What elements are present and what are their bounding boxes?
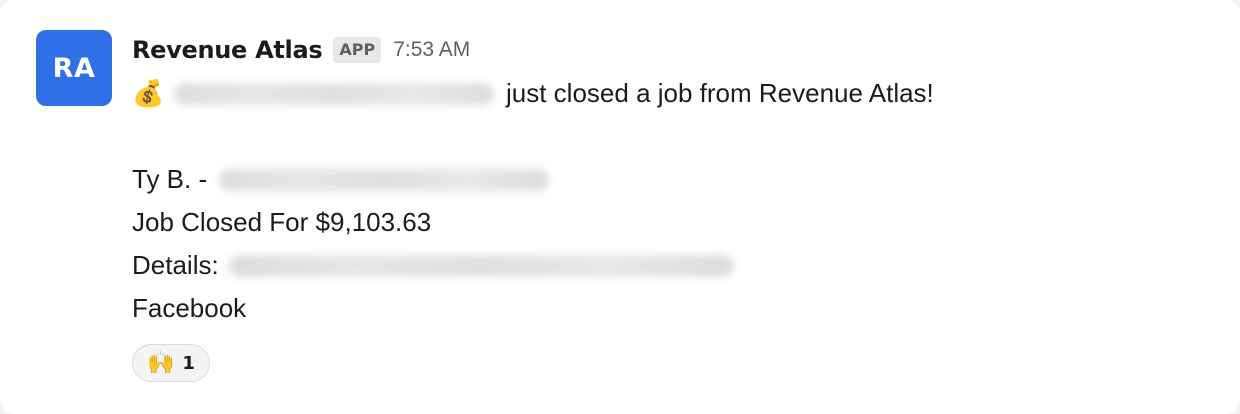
amount-text: Job Closed For $9,103.63	[132, 207, 432, 237]
redacted-details	[228, 254, 734, 277]
money-bag-icon: 💰	[132, 78, 165, 108]
timestamp[interactable]: 7:53 AM	[393, 38, 470, 62]
sender-name[interactable]: Revenue Atlas	[132, 36, 323, 64]
app-badge: APP	[333, 37, 382, 63]
source-line: Facebook	[132, 287, 1212, 330]
intro-text: just closed a job from Revenue Atlas!	[506, 78, 934, 108]
message-card: RA Revenue Atlas APP 7:53 AM 💰 just clos…	[0, 0, 1240, 414]
raised-hands-icon: 🙌	[147, 350, 175, 375]
details-line: Details:	[132, 244, 1212, 287]
message-content: Revenue Atlas APP 7:53 AM 💰 just closed …	[132, 30, 1212, 382]
rep-text: Ty B. -	[132, 164, 208, 194]
rep-line: Ty B. -	[132, 158, 1212, 201]
details-label: Details:	[132, 250, 219, 280]
reaction-raised-hands[interactable]: 🙌 1	[132, 344, 210, 382]
redacted-name	[174, 82, 494, 105]
reaction-count: 1	[182, 352, 195, 374]
source-text: Facebook	[132, 293, 247, 323]
message-body: 💰 just closed a job from Revenue Atlas! …	[132, 72, 1212, 330]
avatar[interactable]: RA	[36, 30, 112, 106]
message-header: Revenue Atlas APP 7:53 AM	[132, 30, 1212, 70]
redacted-rep-detail	[219, 168, 550, 191]
reactions-bar: 🙌 1	[132, 344, 1212, 382]
intro-line: 💰 just closed a job from Revenue Atlas!	[132, 72, 1212, 115]
amount-line: Job Closed For $9,103.63	[132, 201, 1212, 244]
